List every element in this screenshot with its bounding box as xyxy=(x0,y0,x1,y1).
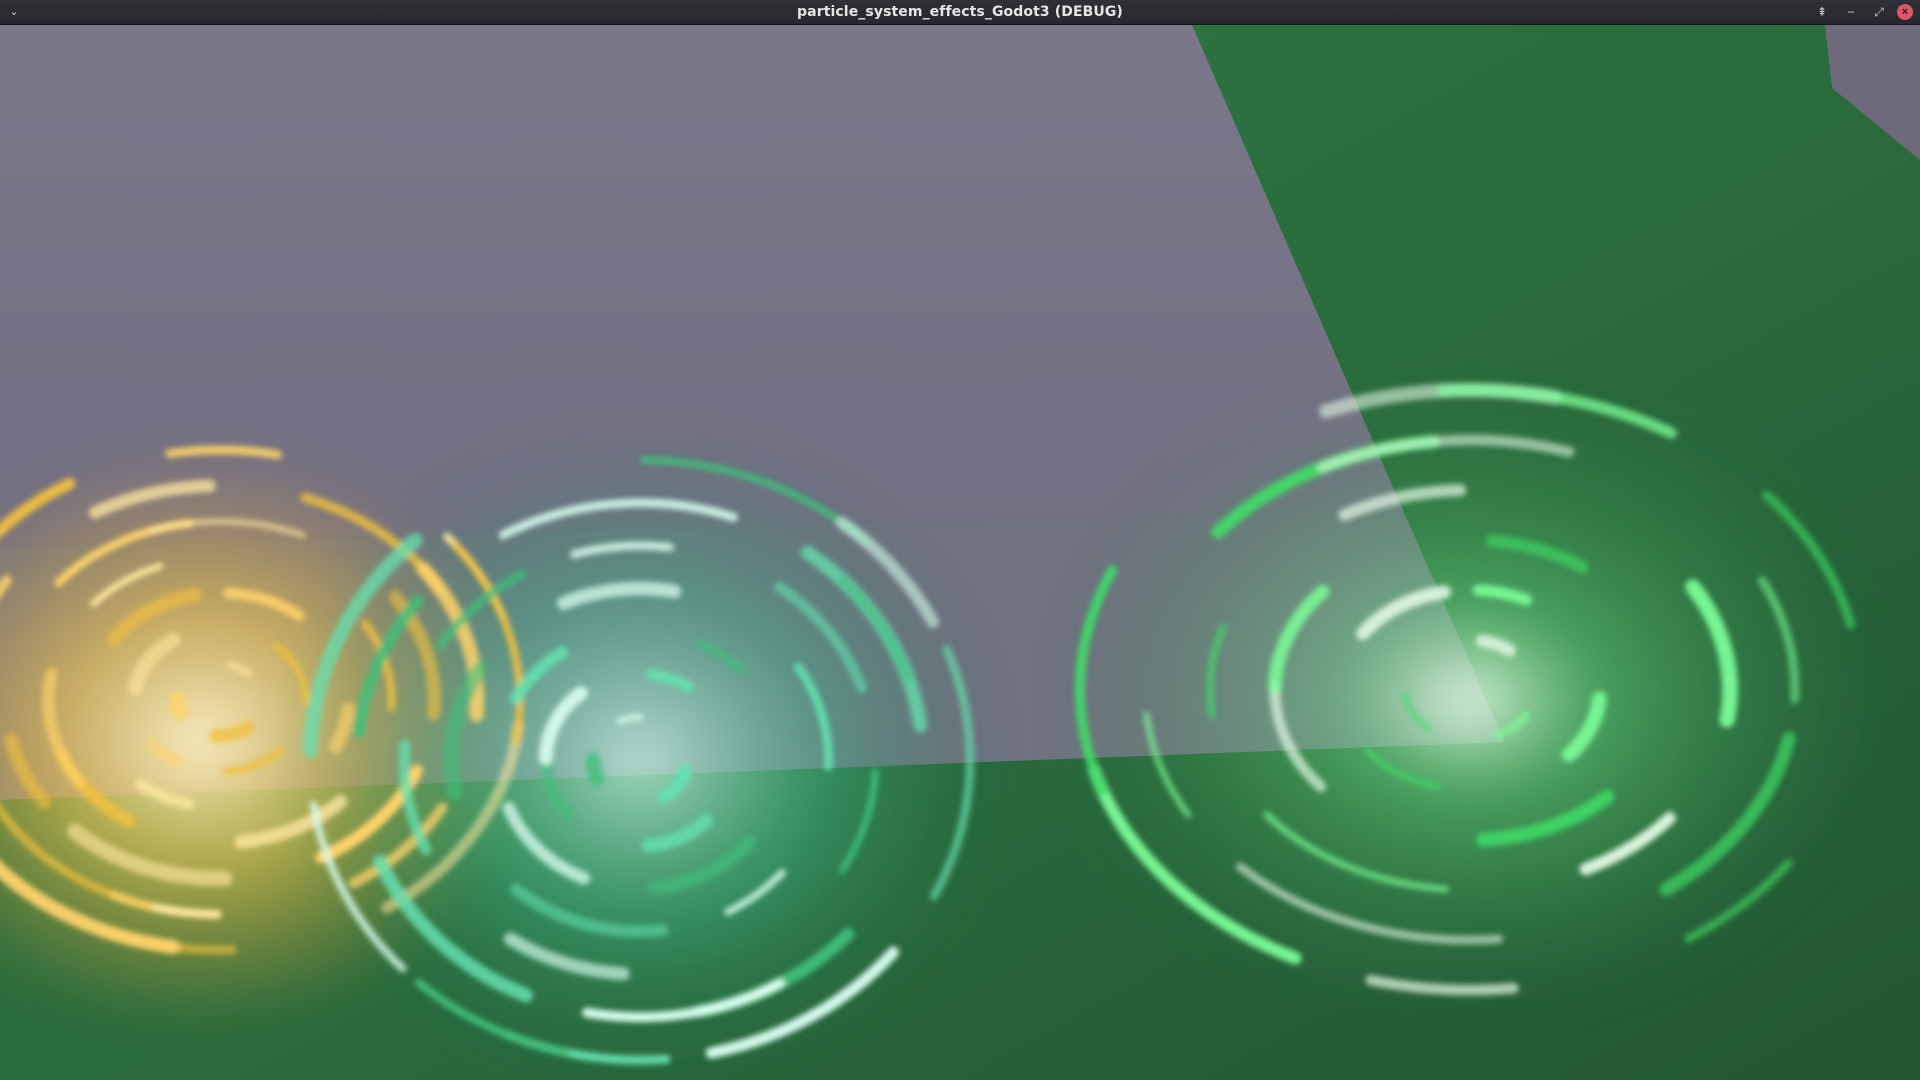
window-title: particle_system_effects_Godot3 (DEBUG) xyxy=(797,4,1123,20)
pin-icon[interactable]: ⇞ xyxy=(1812,2,1832,22)
game-viewport[interactable] xyxy=(0,25,1920,1080)
game-window: ⌄ particle_system_effects_Godot3 (DEBUG)… xyxy=(0,0,1920,1080)
particle-arc xyxy=(165,445,282,459)
particle-arc xyxy=(585,752,605,786)
scene-canvas xyxy=(0,25,1920,1080)
close-icon[interactable]: × xyxy=(1897,4,1913,20)
particle-arc xyxy=(169,691,188,721)
maximize-icon[interactable]: ⤢ xyxy=(1869,2,1889,22)
minimize-icon[interactable]: − xyxy=(1841,2,1861,22)
window-titlebar[interactable]: ⌄ particle_system_effects_Godot3 (DEBUG)… xyxy=(0,0,1920,25)
green-vortex-glow xyxy=(1040,370,1900,1030)
